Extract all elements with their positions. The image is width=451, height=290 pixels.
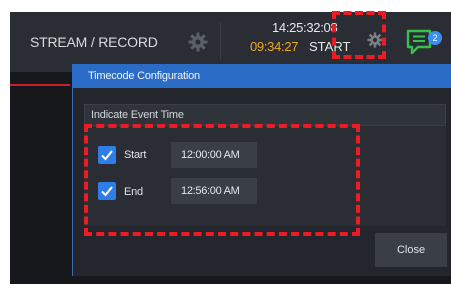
annotation-highlight-gear <box>332 11 386 59</box>
stream-record-button[interactable]: STREAM / RECORD <box>30 34 158 50</box>
screenshot-canvas: STREAM / RECORD 14:25:32:08 09:34:27 STA… <box>0 0 451 290</box>
close-button[interactable]: Close <box>375 233 447 267</box>
record-indicator-line <box>10 84 70 86</box>
notification-badge: 2 <box>428 31 442 45</box>
annotation-highlight-event-time <box>84 124 360 236</box>
section-header: Indicate Event Time <box>84 104 446 126</box>
clock-readout: 14:25:32:08 <box>272 20 338 35</box>
timecode-readout: 09:34:27 <box>250 39 299 54</box>
section-title: Indicate Event Time <box>91 109 184 121</box>
dialog-title-bar[interactable]: Timecode Configuration <box>72 64 451 88</box>
dialog-title: Timecode Configuration <box>88 70 200 82</box>
toolbar-divider <box>220 22 221 60</box>
gear-icon[interactable] <box>188 32 208 52</box>
